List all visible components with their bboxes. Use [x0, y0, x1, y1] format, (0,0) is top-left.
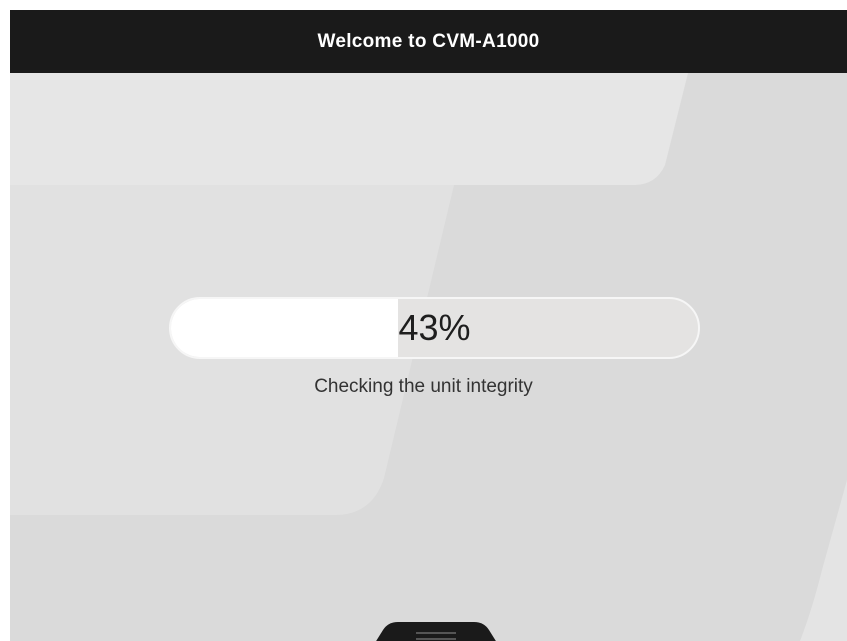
device-screen: Welcome to CVM-A1000 43% Checking the un…: [10, 10, 847, 641]
status-message: Checking the unit integrity: [314, 376, 533, 397]
page-title: Welcome to CVM-A1000: [317, 30, 540, 52]
home-handle-line-1: [416, 632, 456, 634]
home-handle-icon[interactable]: [343, 622, 529, 641]
progress-bar: 43%: [169, 297, 700, 359]
background-right-accent: [800, 480, 847, 641]
title-bar: Welcome to CVM-A1000: [10, 10, 847, 73]
progress-percent-label: 43%: [398, 307, 471, 348]
home-handle-line-2: [416, 638, 456, 640]
background-upper-panel: [10, 73, 688, 185]
